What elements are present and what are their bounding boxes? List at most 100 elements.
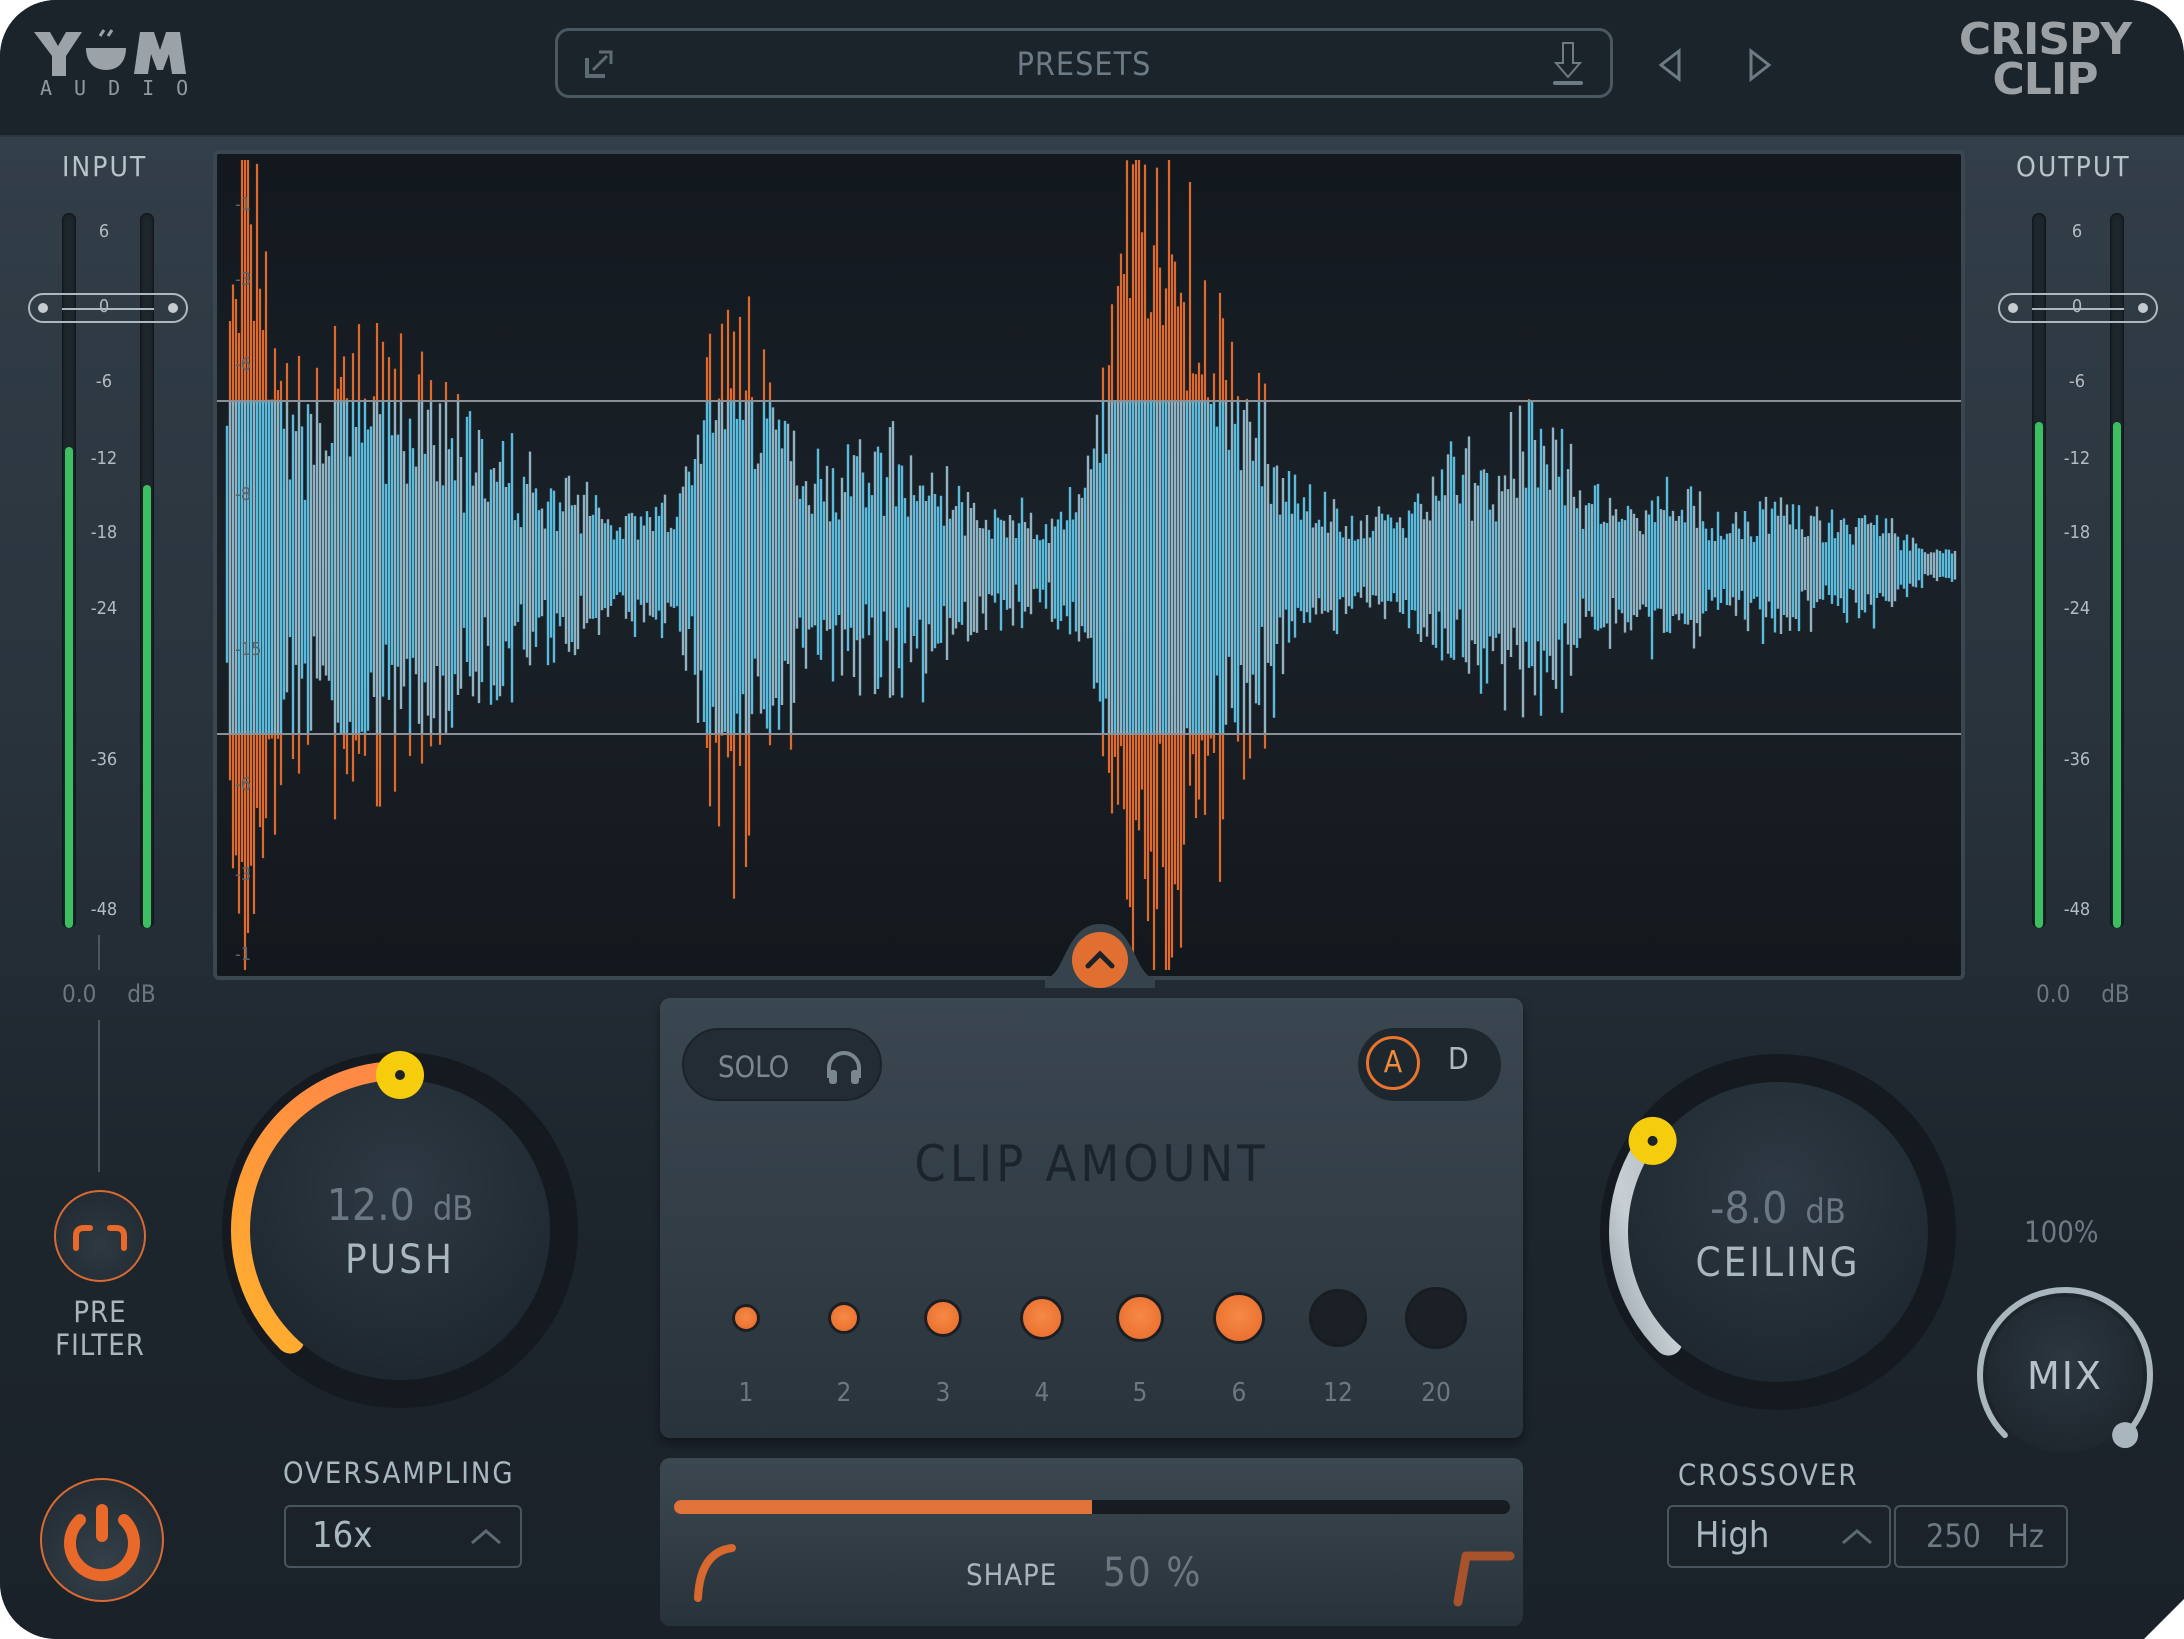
input-link-line xyxy=(98,935,100,970)
presets-label[interactable]: PRESETS xyxy=(558,45,1610,83)
output-readout-unit: dB xyxy=(2101,980,2130,1008)
clip-amount-step-3[interactable] xyxy=(924,1299,962,1337)
crispy-clip-plugin-window: AUDIO PRESETS CRISPY CLIP INPUT 0.0 dB O… xyxy=(0,0,2184,1639)
mode-a-button[interactable]: A xyxy=(1366,1036,1420,1090)
input-readout-unit: dB xyxy=(127,980,156,1008)
clip-amount-panel: SOLO A D CLIP AMOUNT 1 2 3 4 5 6 12 20 xyxy=(660,998,1523,1438)
headphones-icon xyxy=(827,1051,861,1084)
meter-scale-label: -24 xyxy=(2063,598,2091,619)
clip-amount-step-20[interactable] xyxy=(1405,1287,1467,1349)
waveform-scale-label: -6 xyxy=(235,354,252,375)
pre-filter-button[interactable] xyxy=(54,1190,146,1282)
header-bar: AUDIO PRESETS CRISPY CLIP xyxy=(0,0,2184,137)
prev-preset-icon[interactable] xyxy=(1650,44,1690,86)
shape-value: 50 % xyxy=(1103,1550,1203,1596)
waveform-display: -1 -3 -6 -8 -15 -6 -3 -1 xyxy=(213,150,1965,980)
meter-scale-label: -36 xyxy=(2063,749,2091,770)
meter-scale-label: -18 xyxy=(90,522,118,543)
download-icon[interactable] xyxy=(1548,39,1588,89)
output-readout[interactable]: 0.0 dB xyxy=(2036,980,2130,1008)
meter-scale-label: -36 xyxy=(90,749,118,770)
next-preset-icon[interactable] xyxy=(1740,44,1780,86)
filter-curve-icon xyxy=(73,1225,127,1251)
waveform-scale-label: -15 xyxy=(235,639,262,660)
clip-amount-step-2[interactable] xyxy=(828,1302,860,1334)
clip-amount-step-label: 1 xyxy=(738,1378,754,1408)
meter-level-fill xyxy=(65,447,73,928)
push-unit: dB xyxy=(432,1189,474,1229)
mode-d-button[interactable]: D xyxy=(1448,1042,1469,1077)
chevron-up-icon xyxy=(1842,1529,1872,1545)
waveform-scale-label: -3 xyxy=(235,269,252,290)
push-value: 12.0 xyxy=(326,1180,415,1231)
crossover-frequency-unit: Hz xyxy=(2007,1517,2044,1555)
crossover-mode-select[interactable]: High xyxy=(1667,1505,1891,1568)
meter-scale-label: 6 xyxy=(98,221,110,242)
oversampling-value: 16x xyxy=(312,1515,373,1556)
soft-clip-curve-icon[interactable] xyxy=(690,1538,740,1608)
handle-dot xyxy=(2008,303,2018,313)
pre-filter-line1: PRE xyxy=(73,1295,127,1329)
meter-scale-label: -6 xyxy=(95,371,113,392)
crossover-mode-value: High xyxy=(1695,1515,1770,1556)
mode-toggle: A D xyxy=(1358,1028,1501,1101)
meter-scale-label: -12 xyxy=(90,448,118,469)
input-link-line xyxy=(98,1020,100,1172)
handle-dot xyxy=(2138,303,2148,313)
meter-level-fill xyxy=(2035,421,2043,928)
clip-amount-step-12[interactable] xyxy=(1309,1289,1367,1347)
presets-bar[interactable]: PRESETS xyxy=(555,28,1613,98)
meter-scale-label: -48 xyxy=(2063,899,2091,920)
solo-label: SOLO xyxy=(718,1050,790,1084)
logo-line-2: CLIP xyxy=(1992,54,2099,105)
mix-knob[interactable]: MIX xyxy=(1970,1280,2160,1470)
meter-scale-label: -18 xyxy=(2063,522,2091,543)
crossover-frequency-field[interactable]: 250 Hz xyxy=(1894,1505,2068,1568)
waveform-scale-label: -1 xyxy=(235,944,252,965)
mix-knob-handle[interactable] xyxy=(2112,1422,2139,1449)
shape-panel: SHAPE 50 % xyxy=(660,1458,1523,1626)
ceiling-label: CEILING xyxy=(1695,1240,1861,1286)
clip-amount-step-6[interactable] xyxy=(1213,1292,1265,1344)
oversampling-select[interactable]: 16x xyxy=(284,1505,522,1568)
push-readout: 12.0 dB PUSH xyxy=(210,1180,590,1283)
clip-amount-step-4[interactable] xyxy=(1020,1296,1064,1340)
ceiling-value: -8.0 xyxy=(1710,1183,1788,1234)
output-readout-value: 0.0 xyxy=(2036,980,2071,1008)
waveform-scale-label: -8 xyxy=(235,484,252,505)
threshold-handle[interactable] xyxy=(28,293,188,323)
clip-amount-step-1[interactable] xyxy=(732,1304,760,1332)
clip-amount-step-label: 4 xyxy=(1034,1378,1050,1408)
clip-amount-step-label: 20 xyxy=(1421,1378,1451,1408)
solo-button[interactable]: SOLO xyxy=(682,1028,882,1101)
meter-level-fill xyxy=(143,484,151,928)
waveform-graph xyxy=(217,160,1961,970)
yum-audio-logo-icon xyxy=(34,29,186,76)
handle-line xyxy=(62,308,154,310)
shape-slider[interactable] xyxy=(674,1500,1510,1514)
pre-filter-line2: FILTER xyxy=(55,1328,145,1362)
pre-filter-label: PRE FILTER xyxy=(30,1296,170,1362)
hard-clip-curve-icon[interactable] xyxy=(1450,1540,1516,1610)
output-meter-label: OUTPUT xyxy=(2016,150,2131,183)
knob-handle-dot xyxy=(1647,1135,1658,1146)
crossover-label: CROSSOVER xyxy=(1678,1458,1859,1492)
shape-label: SHAPE xyxy=(966,1558,1058,1592)
collapse-panel-button[interactable] xyxy=(1045,918,1155,988)
threshold-handle[interactable] xyxy=(1998,293,2158,323)
clip-amount-step-label: 6 xyxy=(1231,1378,1247,1408)
ceiling-readout: -8.0 dB CEILING xyxy=(1588,1183,1968,1286)
clip-amount-step-5[interactable] xyxy=(1116,1294,1164,1342)
meter-scale-label: -12 xyxy=(2063,448,2091,469)
meter-scale-label: -48 xyxy=(90,899,118,920)
mix-value: 100% xyxy=(2024,1215,2099,1249)
clip-amount-step-label: 12 xyxy=(1323,1378,1353,1408)
input-meter-label: INPUT xyxy=(62,150,148,183)
input-readout-value: 0.0 xyxy=(62,980,97,1008)
input-readout[interactable]: 0.0 dB xyxy=(62,980,156,1008)
clip-amount-step-label: 2 xyxy=(836,1378,852,1408)
chevron-up-icon xyxy=(471,1529,501,1545)
power-button[interactable] xyxy=(40,1478,164,1602)
waveform-scale-label: -6 xyxy=(235,774,252,795)
clip-amount-step-label: 3 xyxy=(935,1378,951,1408)
